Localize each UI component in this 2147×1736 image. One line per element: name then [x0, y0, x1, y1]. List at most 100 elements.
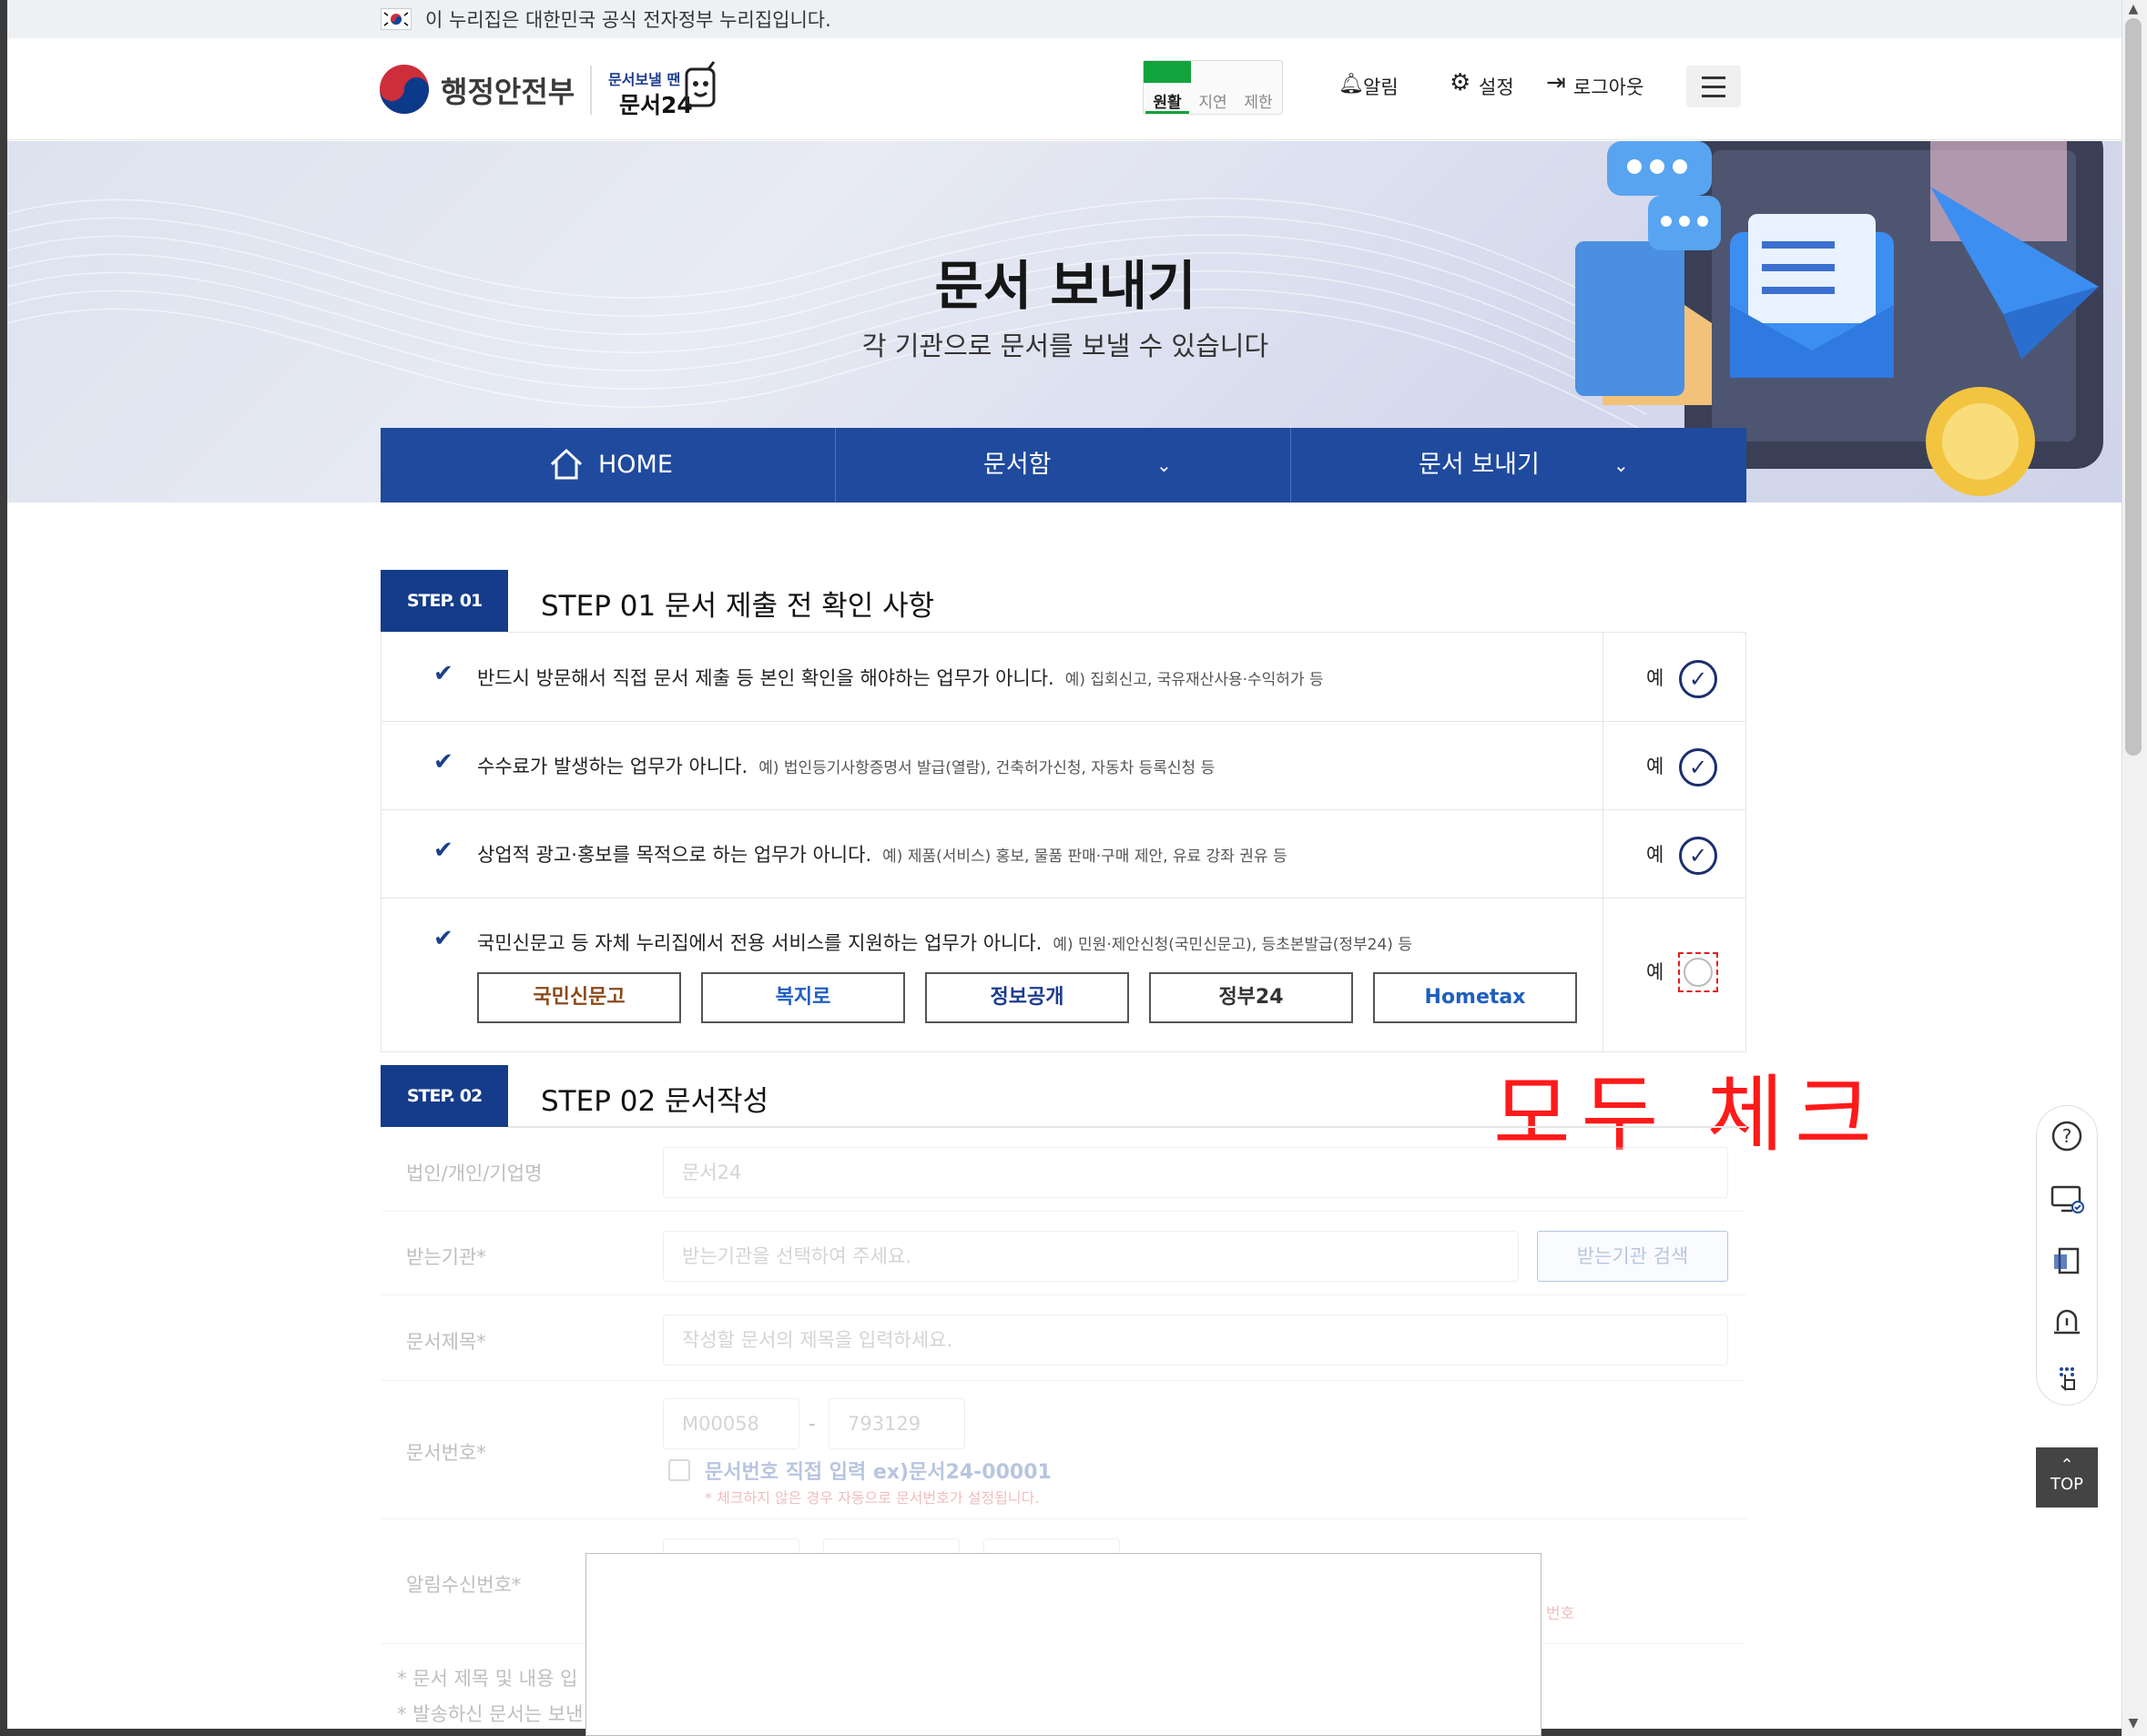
- touch-hand-icon[interactable]: [2049, 1362, 2085, 1398]
- scrollbar-thumb[interactable]: [2125, 18, 2142, 756]
- page-title: 문서 보내기: [934, 255, 1196, 317]
- form-note: * 발송하신 문서는 보낸: [397, 1703, 584, 1725]
- org-input[interactable]: 문서24: [663, 1147, 1728, 1198]
- mois-emblem-icon[interactable]: [379, 64, 430, 115]
- yes-label: 예: [1646, 844, 1664, 866]
- title-label: 문서제목*: [406, 1331, 486, 1353]
- scroll-down-arrow-icon[interactable]: ▼: [2125, 1716, 2142, 1731]
- checklist-item: 수수료가 발생하는 업무가 아니다. 예) 법인등기사항증명서 발급(열람), 건…: [477, 756, 1216, 777]
- docnum-direct-checkbox[interactable]: [668, 1459, 690, 1481]
- settings-link[interactable]: 설정: [1479, 73, 1514, 100]
- check-circle-icon: ✓: [1688, 755, 1708, 780]
- help-icon[interactable]: ?: [2049, 1118, 2085, 1154]
- service-tagline: 문서보낼 땐: [608, 71, 681, 88]
- breadcrumb-nav: [381, 428, 1746, 503]
- service-logo-epeople[interactable]: 국민신문고: [477, 972, 681, 1023]
- nav-divider: [1290, 428, 1291, 503]
- popup-window[interactable]: [585, 1553, 1542, 1736]
- logout-link[interactable]: 로그아웃: [1573, 73, 1643, 100]
- docnum-note: * 체크하지 않은 경우 자동으로 문서번호가 설정됩니다.: [705, 1489, 1040, 1507]
- step1-title: STEP 01 문서 제출 전 확인 사항: [541, 590, 935, 623]
- form-divider: [381, 1294, 1746, 1295]
- status-smooth-label: 원활: [1153, 94, 1182, 112]
- alarm-link[interactable]: 알림: [1363, 73, 1399, 100]
- form-note: * 문서 제목 및 내용 입: [397, 1668, 578, 1690]
- gov-banner: [7, 0, 2122, 38]
- hamburger-icon-line: [1702, 95, 1725, 97]
- org-label: 법인/개인/기업명: [406, 1162, 543, 1184]
- alarm-siren-icon[interactable]: [2049, 1304, 2085, 1340]
- checklist-item: 반드시 방문해서 직접 문서 제출 등 본인 확인을 해야하는 업무가 아니다.…: [477, 667, 1324, 689]
- docnum-dash: -: [809, 1413, 816, 1435]
- step2-title: STEP 02 문서작성: [541, 1085, 769, 1118]
- yes-label: 예: [1646, 756, 1664, 777]
- recv-input[interactable]: 받는기관을 선택하여 주세요.: [663, 1231, 1519, 1282]
- docnum-prefix-input[interactable]: M00058: [663, 1398, 799, 1449]
- status-green-bar: [1144, 61, 1191, 83]
- recv-label: 받는기관*: [406, 1246, 486, 1268]
- service-logo-opengokr[interactable]: 정보공개: [925, 972, 1129, 1023]
- hamburger-icon: [1702, 76, 1725, 79]
- yes-checkbox-checked[interactable]: ✓: [1679, 660, 1717, 698]
- chevron-down-icon[interactable]: ⌄: [1613, 428, 1629, 503]
- row-divider: [382, 721, 1745, 722]
- bell-icon[interactable]: 🔔︎: [1338, 73, 1364, 96]
- home-icon[interactable]: [548, 448, 585, 484]
- yes-label: 예: [1646, 667, 1664, 689]
- scroll-up-arrow-icon[interactable]: ▲: [2125, 2, 2142, 16]
- top-label: TOP: [2050, 1475, 2084, 1494]
- service-logo-bokjiro[interactable]: 복지로: [701, 972, 905, 1023]
- hamburger-icon-line: [1702, 86, 1725, 88]
- docnum-direct-label[interactable]: 문서번호 직접 입력 ex)문서24-00001: [705, 1456, 1052, 1485]
- gov-banner-text: 이 누리집은 대한민국 공식 전자정부 누리집입니다.: [425, 9, 831, 31]
- service-logo-hometax[interactable]: Hometax: [1373, 972, 1577, 1023]
- alert-number-note: 번호: [1546, 1605, 1575, 1623]
- docnum-suffix-input[interactable]: 793129: [829, 1398, 965, 1449]
- status-underline: [1145, 111, 1189, 114]
- check-mark-icon: ✔: [433, 837, 453, 864]
- back-to-top-button[interactable]: ⌃ TOP: [2036, 1447, 2098, 1508]
- chevron-up-icon: ⌃: [2060, 1456, 2074, 1475]
- window-frame-left: [0, 0, 7, 1736]
- status-limit-label: 제한: [1244, 94, 1273, 112]
- form-divider: [381, 1380, 1746, 1381]
- docnum-label: 문서번호*: [406, 1442, 486, 1464]
- yes-checkbox-checked[interactable]: ✓: [1679, 837, 1717, 875]
- row-divider: [382, 809, 1745, 810]
- step2-underline: [508, 1126, 1746, 1128]
- logo-divider: [590, 66, 592, 115]
- yes-label: 예: [1646, 961, 1664, 983]
- page-subtitle: 각 기관으로 문서를 보낼 수 있습니다: [861, 330, 1269, 361]
- ministry-name[interactable]: 행정안전부: [441, 69, 575, 111]
- checklist-item: 국민신문고 등 자체 누리집에서 전용 서비스를 지원하는 업무가 아니다. 예)…: [477, 932, 1412, 954]
- form-divider: [381, 1211, 1746, 1212]
- check-mark-icon: ✔: [433, 925, 453, 952]
- logout-icon[interactable]: ⇥: [1546, 69, 1566, 96]
- nav-divider: [835, 428, 836, 503]
- yes-checkbox-unchecked[interactable]: [1684, 958, 1713, 987]
- monitor-check-icon[interactable]: [2049, 1180, 2085, 1216]
- site-header: [7, 38, 2122, 140]
- korea-flag-icon: [381, 8, 412, 30]
- step2-tag: STEP. 02: [381, 1065, 508, 1127]
- checklist-item: 상업적 광고·홍보를 목적으로 하는 업무가 아니다. 예) 제품(서비스) 홍보…: [477, 844, 1287, 866]
- check-mark-icon: ✔: [433, 660, 453, 687]
- document-copy-icon[interactable]: [2049, 1244, 2085, 1280]
- service-logo-gov24[interactable]: 정부24: [1149, 972, 1353, 1023]
- step1-tag: STEP. 01: [381, 570, 508, 632]
- status-delay-label: 지연: [1198, 94, 1227, 112]
- check-circle-icon: ✓: [1688, 843, 1708, 868]
- title-input[interactable]: 작성할 문서의 제목을 입력하세요.: [663, 1315, 1728, 1365]
- svg-text:?: ?: [2062, 1125, 2072, 1147]
- alert-number-label: 알림수신번호*: [406, 1574, 522, 1596]
- nav-send[interactable]: 문서 보내기: [1419, 428, 1540, 503]
- check-mark-icon: ✔: [433, 748, 453, 776]
- form-divider: [381, 1518, 1746, 1519]
- nav-docbox[interactable]: 문서함: [983, 428, 1052, 503]
- chevron-down-icon[interactable]: ⌄: [1156, 428, 1172, 503]
- recv-search-button[interactable]: 받는기관 검색: [1537, 1231, 1728, 1282]
- yes-checkbox-checked[interactable]: ✓: [1679, 748, 1717, 787]
- document-mascot-icon: [681, 60, 721, 111]
- gear-icon[interactable]: ⚙: [1450, 69, 1470, 96]
- nav-home[interactable]: HOME: [598, 428, 673, 503]
